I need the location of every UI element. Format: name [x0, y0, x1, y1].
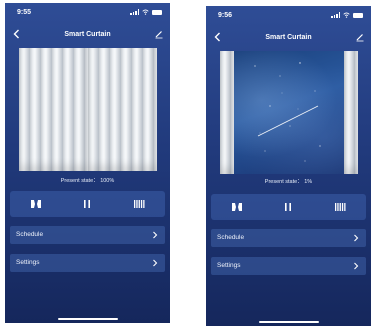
page-title: Smart Curtain: [265, 34, 312, 41]
chevron-right-icon: [153, 231, 158, 239]
home-indicator: [258, 321, 319, 323]
settings-label: Settings: [217, 262, 241, 269]
status-icons: [331, 12, 363, 18]
curtain-controls: [10, 191, 165, 217]
curtain-controls: [211, 194, 366, 220]
present-state-label: Present state：: [60, 178, 99, 184]
edit-icon[interactable]: [355, 32, 365, 42]
present-state-value: 1%: [304, 179, 313, 185]
pause-icon: [285, 203, 292, 211]
present-state-value: 100%: [100, 178, 115, 184]
phone-screen-right: 9:56 Smart Curtain Present state： 1% Sch…: [206, 6, 371, 326]
home-indicator: [57, 318, 118, 320]
curtain-right-panel: [88, 48, 157, 171]
phone-screen-left: 9:55 Smart Curtain Present state： 100% S…: [5, 3, 170, 323]
page-title: Smart Curtain: [64, 31, 111, 38]
battery-icon: [353, 12, 363, 18]
schedule-row[interactable]: Schedule: [10, 226, 165, 244]
open-curtain-button[interactable]: [226, 198, 248, 216]
pause-button[interactable]: [76, 195, 98, 213]
wifi-icon: [343, 12, 350, 18]
curtain-left-panel: [19, 48, 88, 171]
stars: [254, 62, 321, 162]
open-curtain-icon: [30, 200, 41, 208]
nav-bar: Smart Curtain: [206, 28, 371, 48]
status-time: 9:55: [17, 9, 32, 16]
status-bar: 9:56: [206, 6, 371, 24]
settings-row[interactable]: Settings: [211, 257, 366, 275]
present-state: Present state： 100%: [5, 176, 170, 184]
battery-icon: [152, 9, 162, 15]
signal-icon: [130, 9, 139, 15]
curtain-visual: [19, 48, 157, 171]
close-curtain-icon: [134, 200, 145, 208]
wifi-icon: [142, 9, 149, 15]
chevron-right-icon: [354, 262, 359, 270]
edit-icon[interactable]: [154, 29, 164, 39]
signal-icon: [331, 12, 340, 18]
curtain-right-panel: [344, 51, 358, 174]
close-curtain-button[interactable]: [329, 198, 351, 216]
schedule-label: Schedule: [16, 231, 44, 238]
schedule-label: Schedule: [217, 234, 245, 241]
close-curtain-button[interactable]: [128, 195, 150, 213]
status-time: 9:56: [218, 12, 233, 19]
status-bar: 9:55: [5, 3, 170, 21]
nav-bar: Smart Curtain: [5, 25, 170, 45]
chevron-right-icon: [153, 259, 158, 267]
open-curtain-icon: [231, 203, 242, 211]
status-icons: [130, 9, 162, 15]
curtain-visual: [220, 51, 358, 174]
pause-button[interactable]: [277, 198, 299, 216]
settings-label: Settings: [16, 259, 40, 266]
close-curtain-icon: [335, 203, 346, 211]
chevron-right-icon: [354, 234, 359, 242]
open-curtain-button[interactable]: [25, 195, 47, 213]
settings-row[interactable]: Settings: [10, 254, 165, 272]
present-state: Present state： 1%: [206, 177, 371, 185]
curtain-left-panel: [220, 51, 234, 174]
schedule-row[interactable]: Schedule: [211, 229, 366, 247]
present-state-label: Present state：: [264, 179, 303, 185]
pause-icon: [84, 200, 91, 208]
